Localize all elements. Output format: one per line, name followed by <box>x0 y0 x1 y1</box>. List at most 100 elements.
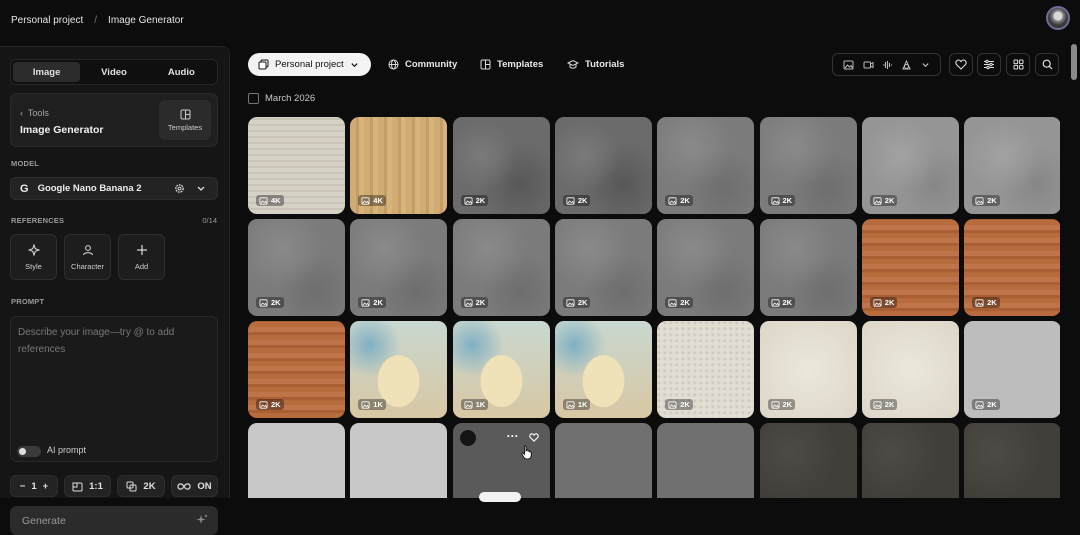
heart-icon[interactable] <box>528 433 539 442</box>
gallery-tile[interactable]: 2K <box>759 219 857 316</box>
prompt-input[interactable]: Describe your image—try @ to add referen… <box>10 316 218 462</box>
gallery-tile[interactable]: 2K <box>350 219 448 316</box>
select-circle[interactable] <box>459 430 476 446</box>
gallery-tile[interactable]: 2K <box>759 117 857 214</box>
loop-state: ON <box>197 480 212 492</box>
gallery-tile[interactable]: 4K <box>350 117 448 214</box>
select-all-checkbox[interactable] <box>248 93 259 104</box>
tab-audio[interactable]: Audio <box>148 62 215 82</box>
loop-toggle-button[interactable]: ON <box>171 475 218 497</box>
gallery-tile[interactable] <box>248 423 345 498</box>
resolution-label: 2K <box>782 196 793 205</box>
aspect-ratio-icon <box>72 482 83 491</box>
gallery-tile[interactable]: 2K <box>861 219 959 316</box>
resolution-label: 2K <box>577 196 588 205</box>
gallery-tile[interactable] <box>350 423 448 498</box>
gallery-tile[interactable] <box>759 423 857 498</box>
gallery-tile[interactable] <box>861 423 959 498</box>
minus-icon[interactable]: − <box>20 481 26 492</box>
resolution-label: 2K <box>680 400 690 409</box>
image-icon[interactable] <box>843 60 854 70</box>
gallery-tile[interactable]: 2K <box>657 117 755 214</box>
gallery-tile[interactable]: 1K <box>350 321 448 418</box>
image-icon <box>873 400 882 409</box>
resolution-label: 2K <box>884 298 895 307</box>
breadcrumb-page: Image Generator <box>108 14 184 26</box>
search-button[interactable] <box>1035 53 1059 76</box>
resolution-badge: 2K <box>256 297 284 308</box>
gallery-tile[interactable]: 2K <box>248 321 345 418</box>
favorites-button[interactable] <box>949 53 973 76</box>
gear-icon[interactable] <box>174 183 185 194</box>
tab-video[interactable]: Video <box>80 62 147 82</box>
aspect-ratio-button[interactable]: 1:1 <box>64 475 111 497</box>
nav-templates[interactable]: Templates <box>480 53 543 76</box>
gallery-tile[interactable]: 2K <box>861 117 959 214</box>
prompt-section-label: PROMPT <box>11 297 45 306</box>
resolution-label: 2K <box>782 298 793 307</box>
breadcrumb-project[interactable]: Personal project <box>11 15 83 26</box>
media-type-filter[interactable] <box>832 53 941 76</box>
resolution-label: 2K <box>271 400 281 409</box>
image-gallery: 4K 4K 2K 2K 2K 2K 2K 2K 2K 2K 2K 2K 2K 2K 2K 2K 2K 1K 1K 1K… <box>248 117 1060 498</box>
resolution-label: 1K <box>577 400 588 409</box>
filter-settings-button[interactable] <box>977 53 1001 76</box>
reference-style-label: Style <box>25 261 42 271</box>
avatar[interactable] <box>1046 6 1070 30</box>
image-icon <box>771 400 779 409</box>
resolution-badge: 2K <box>869 297 898 308</box>
gallery-tile[interactable]: 2K <box>861 321 959 418</box>
generate-button[interactable]: Generate <box>10 506 218 535</box>
resolution-label: 4K <box>271 196 281 205</box>
video-icon[interactable] <box>863 60 874 70</box>
gallery-tile[interactable] <box>964 423 1060 498</box>
resolution-badge: 2K <box>256 399 284 410</box>
gallery-tile[interactable] <box>554 423 652 498</box>
quantity-value: 1 <box>31 480 37 492</box>
character-icon <box>82 244 93 255</box>
ai-prompt-toggle[interactable] <box>17 446 41 457</box>
gallery-tile[interactable]: 2K <box>248 219 345 316</box>
project-selector[interactable]: Personal project <box>248 53 371 76</box>
reference-style-button[interactable]: Style <box>10 234 57 280</box>
nav-community[interactable]: Community <box>388 53 457 76</box>
tab-image[interactable]: Image <box>13 62 81 82</box>
gallery-tile[interactable]: 2K <box>452 219 550 316</box>
gallery-tile[interactable]: 2K <box>554 219 652 316</box>
resolution-button[interactable]: 2K <box>117 475 165 497</box>
scrollbar-thumb[interactable] <box>1071 44 1077 80</box>
gallery-tile[interactable]: 4K <box>248 117 345 214</box>
resolution-badge: 2K <box>869 195 898 206</box>
gallery-tile[interactable]: 2K <box>657 321 755 418</box>
chevron-down-icon[interactable] <box>921 60 930 69</box>
floating-action-pill[interactable] <box>479 492 521 502</box>
gallery-tile[interactable]: 1K <box>554 321 652 418</box>
more-icon[interactable]: ··· <box>507 429 519 443</box>
nav-community-label: Community <box>405 59 458 70</box>
gallery-tile[interactable]: 1K <box>452 321 550 418</box>
gallery-tile[interactable]: 2K <box>452 117 550 214</box>
gallery-tile[interactable]: 2K <box>964 321 1060 418</box>
reference-character-button[interactable]: Character <box>64 234 111 280</box>
tools-back-link[interactable]: ‹ Tools <box>20 108 49 118</box>
model-selector[interactable]: G Google Nano Banana 2 <box>10 177 218 200</box>
project-icon <box>258 59 269 70</box>
tools-back-label: Tools <box>27 108 49 118</box>
reference-add-button[interactable]: Add <box>118 234 165 280</box>
gallery-tile[interactable]: 2K <box>964 117 1060 214</box>
gallery-tile[interactable]: 2K <box>759 321 857 418</box>
resolution-label: 4K <box>373 196 383 205</box>
plus-icon[interactable]: + <box>43 481 49 492</box>
gallery-tile[interactable]: ··· <box>452 423 550 498</box>
gallery-tile[interactable]: 2K <box>964 219 1060 316</box>
audio-wave-icon[interactable] <box>882 60 893 70</box>
quantity-stepper[interactable]: − 1 + <box>10 475 58 497</box>
gallery-tile[interactable] <box>657 423 755 498</box>
templates-button[interactable]: Templates <box>159 100 211 140</box>
gallery-tile[interactable]: 2K <box>554 117 652 214</box>
resolution-label: 2K <box>680 196 690 205</box>
nav-tutorials[interactable]: Tutorials <box>567 53 624 76</box>
grid-view-button[interactable] <box>1006 53 1030 76</box>
shapes-icon[interactable] <box>901 59 912 70</box>
gallery-tile[interactable]: 2K <box>657 219 755 316</box>
